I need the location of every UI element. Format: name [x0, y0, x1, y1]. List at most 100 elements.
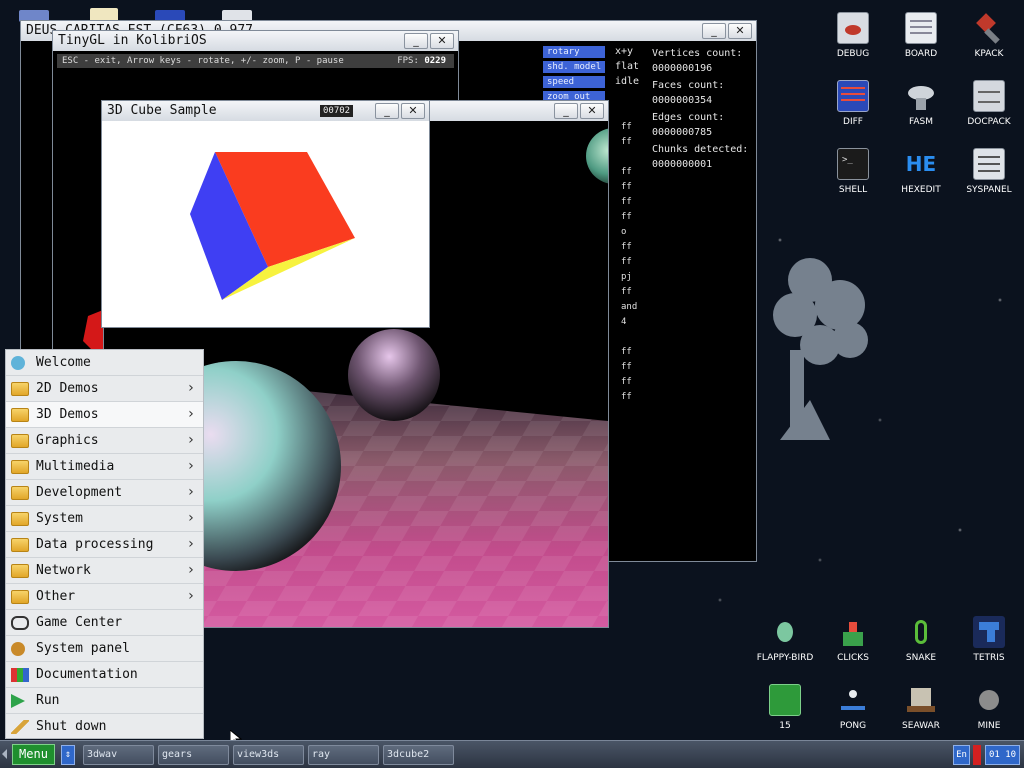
window-switch-button[interactable]: ⇕: [61, 745, 75, 765]
menu-item-label: Documentation: [36, 667, 138, 682]
status-indicator: [973, 745, 981, 765]
speed-value: idle: [615, 76, 640, 87]
task-button-view3ds[interactable]: view3ds: [233, 745, 304, 765]
language-indicator[interactable]: En: [953, 745, 970, 765]
shading-model-button[interactable]: shd. model: [543, 61, 605, 73]
desktop-icon-label: SYSPANEL: [966, 185, 1012, 195]
debug-icon: [837, 12, 869, 44]
desktop-icon-flappy-bird[interactable]: FLAPPY-BIRD: [753, 616, 817, 663]
menu-item-shut-down[interactable]: Shut down: [6, 714, 203, 740]
minimize-button[interactable]: _: [702, 23, 726, 39]
tinygl-hint-text: ESC - exit, Arrow keys - rotate, +/- zoo…: [62, 56, 344, 66]
chunks-value: 0000000001: [652, 159, 713, 170]
minimize-button[interactable]: _: [404, 33, 428, 49]
fps-readout: FPS: 0229: [397, 54, 446, 68]
menu-item-welcome[interactable]: Welcome: [6, 350, 203, 376]
clock[interactable]: 01 10: [985, 745, 1020, 765]
tetris-icon: [973, 616, 1005, 648]
speed-button[interactable]: speed: [543, 76, 605, 88]
menu-item-2d-demos[interactable]: 2D Demos ›: [6, 376, 203, 402]
chevron-right-icon: ›: [186, 562, 195, 578]
desktop-icon-15[interactable]: 15: [753, 684, 817, 731]
desktop-icon-label: BOARD: [904, 49, 938, 59]
desktop-icon-shell[interactable]: >_ SHELL: [821, 148, 885, 195]
chevron-right-icon: ›: [186, 380, 195, 396]
task-button-3dwav[interactable]: 3dwav: [83, 745, 154, 765]
mine-icon: [973, 684, 1005, 716]
shading-model-value: flat: [615, 61, 640, 72]
side-text: ff: [621, 167, 632, 177]
folder-icon: [11, 434, 29, 448]
menu-item-system-panel[interactable]: System panel: [6, 636, 203, 662]
menu-item-game-center[interactable]: Game Center: [6, 610, 203, 636]
menu-item-data-processing[interactable]: Data processing ›: [6, 532, 203, 558]
gears-icon: [11, 642, 25, 656]
desktop-icon-pong[interactable]: PONG: [821, 684, 885, 731]
desktop-icon-docpack[interactable]: DOCPACK: [957, 80, 1021, 127]
desktop-icon-tetris[interactable]: TETRIS: [957, 616, 1021, 663]
side-text: ff: [621, 182, 632, 192]
folder-icon: [11, 590, 29, 604]
menu-item-label: Shut down: [36, 719, 107, 734]
close-button[interactable]: ✕: [401, 103, 425, 119]
task-button-gears[interactable]: gears: [158, 745, 229, 765]
desktop-icon-label: TETRIS: [973, 653, 1005, 663]
desktop-icon-hexedit[interactable]: HE HEXEDIT: [889, 148, 953, 195]
minimize-button[interactable]: _: [554, 103, 578, 119]
menu-item-development[interactable]: Development ›: [6, 480, 203, 506]
chevron-right-icon: ›: [186, 588, 195, 604]
bird-icon: [11, 356, 25, 370]
menu-item-label: Run: [36, 693, 60, 708]
syspanel-icon: [973, 148, 1005, 180]
diff-icon: [837, 80, 869, 112]
rotary-button[interactable]: rotary: [543, 46, 605, 58]
menu-item-other[interactable]: Other ›: [6, 584, 203, 610]
pong-icon: [837, 684, 869, 716]
menu-item-multimedia[interactable]: Multimedia ›: [6, 454, 203, 480]
menu-item-graphics[interactable]: Graphics ›: [6, 428, 203, 454]
books-icon: [11, 668, 29, 682]
side-text: pj: [621, 272, 632, 282]
side-text: 4: [621, 317, 627, 327]
desktop-icon-seawar[interactable]: SEAWAR: [889, 684, 953, 731]
desktop-icon-clicks[interactable]: CLICKS: [821, 616, 885, 663]
menu-item-network[interactable]: Network ›: [6, 558, 203, 584]
menu-item-run[interactable]: Run: [6, 688, 203, 714]
taskbar-left-arrow-icon[interactable]: [2, 749, 7, 759]
menu-item-documentation[interactable]: Documentation: [6, 662, 203, 688]
close-button[interactable]: ✕: [430, 33, 454, 49]
menu-item-label: Network: [36, 563, 91, 578]
docpack-icon: [973, 80, 1005, 112]
desktop-icon-mine[interactable]: MINE: [957, 684, 1021, 731]
desktop-icon-fasm[interactable]: FASM: [889, 80, 953, 127]
tinygl-titlebar[interactable]: TinyGL in KolibriOS: [53, 31, 458, 51]
tree-wallpaper-icon: [773, 258, 868, 440]
desktop-icon-syspanel[interactable]: SYSPANEL: [957, 148, 1021, 195]
cube-window[interactable]: 3D Cube Sample 00702 _ ✕: [101, 100, 430, 328]
desktop-icon-board[interactable]: BOARD: [889, 12, 953, 59]
desktop-icon-diff[interactable]: DIFF: [821, 80, 885, 127]
menu-item-3d-demos[interactable]: 3D Demos ›: [6, 402, 203, 428]
side-text: and: [621, 302, 638, 312]
desktop-icon-snake[interactable]: SNAKE: [889, 616, 953, 663]
close-button[interactable]: ✕: [728, 23, 752, 39]
flappy-bird-icon: [769, 616, 801, 648]
fps-label: FPS:: [397, 56, 419, 66]
tinygl-hint-bar: ESC - exit, Arrow keys - rotate, +/- zoo…: [57, 54, 454, 68]
start-menu[interactable]: Welcome 2D Demos › 3D Demos › Graphics ›…: [5, 349, 204, 739]
desktop-icon-label: KPACK: [974, 49, 1004, 59]
menu-button[interactable]: Menu: [12, 744, 55, 765]
minimize-button[interactable]: _: [375, 103, 399, 119]
close-button[interactable]: ✕: [580, 103, 604, 119]
folder-icon: [11, 460, 29, 474]
menu-item-system[interactable]: System ›: [6, 506, 203, 532]
chevron-right-icon: ›: [186, 432, 195, 448]
desktop-icon-kpack[interactable]: KPACK: [957, 12, 1021, 59]
desktop-icon-debug[interactable]: DEBUG: [821, 12, 885, 59]
desktop-icon-label: HEXEDIT: [901, 185, 941, 195]
task-button-ray[interactable]: ray: [308, 745, 379, 765]
tinygl-title: TinyGL in KolibriOS: [58, 33, 207, 48]
task-button-3dcube2[interactable]: 3dcube2: [383, 745, 454, 765]
side-text: ff: [621, 347, 632, 357]
cube-render: [190, 152, 355, 300]
